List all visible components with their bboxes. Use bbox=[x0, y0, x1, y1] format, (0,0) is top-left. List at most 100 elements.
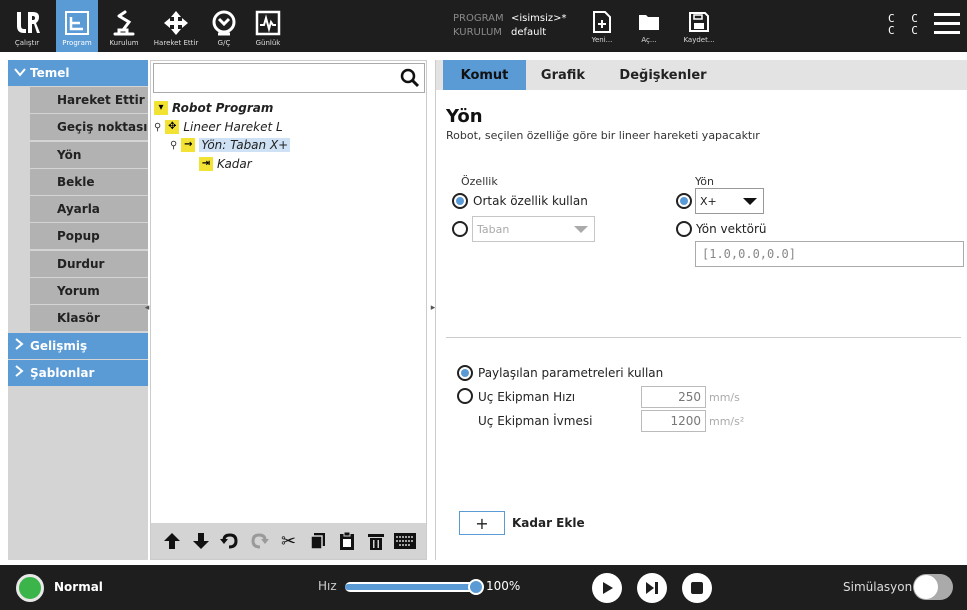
io-tab[interactable]: G/Ç bbox=[204, 0, 244, 52]
speed-slider-thumb[interactable] bbox=[468, 579, 484, 595]
palette-item-folder[interactable]: Klasör bbox=[30, 305, 148, 332]
palette-item-halt[interactable]: Durdur bbox=[30, 250, 148, 277]
add-until-label[interactable]: Kadar Ekle bbox=[512, 516, 585, 530]
delete-icon[interactable] bbox=[365, 530, 387, 552]
group-templates[interactable]: Şablonlar bbox=[8, 359, 148, 386]
use-shared-params-label[interactable]: Paylaşılan parametreleri kullan bbox=[478, 366, 663, 380]
palette-item-direction[interactable]: Yön bbox=[30, 141, 148, 168]
keyboard-icon[interactable] bbox=[394, 530, 417, 552]
run-tab[interactable]: Çalıştır bbox=[0, 0, 54, 52]
robot-status-label: Normal bbox=[54, 580, 103, 594]
control-status: C C C C bbox=[888, 13, 923, 37]
tab-graphics[interactable]: Grafik bbox=[528, 60, 598, 90]
save-icon bbox=[689, 8, 709, 36]
tree-search-input[interactable] bbox=[153, 63, 425, 93]
copy-icon[interactable] bbox=[307, 530, 329, 552]
chevron-right-icon bbox=[14, 338, 30, 353]
palette-item-set[interactable]: Ayarla bbox=[30, 196, 148, 223]
cut-icon[interactable]: ✂ bbox=[277, 530, 299, 552]
open-button[interactable]: Aç... bbox=[632, 0, 666, 52]
group-basic[interactable]: Temel bbox=[8, 60, 148, 86]
step-icon bbox=[646, 582, 658, 594]
feature-select-radio[interactable] bbox=[452, 221, 468, 237]
undo-icon[interactable] bbox=[219, 530, 241, 552]
page-title: Yön bbox=[446, 106, 483, 127]
feature-dropdown: Taban bbox=[472, 216, 595, 242]
editor-tabs: Komut Grafik Değişkenler bbox=[436, 60, 967, 90]
tab-command[interactable]: Komut bbox=[443, 60, 526, 90]
group-advanced[interactable]: Gelişmiş bbox=[8, 332, 148, 359]
tree-node-direction[interactable]: ⚲ → Yön: Taban X+ bbox=[170, 137, 291, 153]
move-tab-label: Hareket Ettir bbox=[153, 39, 199, 47]
use-common-feature-radio[interactable] bbox=[452, 193, 468, 209]
program-node-palette: Temel Hareket Ettir Geçiş noktası Yön Be… bbox=[8, 60, 148, 560]
breakpoint-icon: ⚲ bbox=[154, 121, 162, 133]
bottom-bar: Normal Hız 100% Simülasyon bbox=[0, 565, 967, 610]
tool-speed-field[interactable]: 250 bbox=[641, 386, 706, 408]
move-node-icon: ✥ bbox=[165, 120, 180, 134]
search-icon[interactable] bbox=[400, 68, 420, 88]
speed-slider[interactable] bbox=[345, 579, 484, 595]
menu-icon[interactable] bbox=[934, 13, 960, 35]
feature-label: Özellik bbox=[461, 175, 498, 188]
expand-icon[interactable]: ▾ bbox=[154, 101, 168, 115]
chevron-down-icon bbox=[743, 198, 757, 205]
redo-icon[interactable] bbox=[248, 530, 270, 552]
installation-tab[interactable]: Kurulum bbox=[100, 0, 148, 52]
feature-dropdown-value: Taban bbox=[477, 222, 510, 236]
tool-accel-unit: mm/s² bbox=[709, 415, 745, 428]
use-common-feature-label[interactable]: Ortak özellik kullan bbox=[473, 194, 588, 208]
tree-node-robot-program[interactable]: ▾ Robot Program bbox=[154, 100, 273, 116]
move-tab[interactable]: Hareket Ettir bbox=[150, 0, 202, 52]
direction-vector-label[interactable]: Yön vektörü bbox=[696, 222, 767, 236]
use-shared-params-radio[interactable] bbox=[457, 365, 473, 381]
program-tab[interactable]: Program bbox=[56, 0, 98, 52]
paste-icon[interactable] bbox=[336, 530, 358, 552]
group-basic-label: Temel bbox=[30, 66, 70, 80]
tool-speed-unit: mm/s bbox=[709, 391, 740, 404]
program-tab-label: Program bbox=[62, 39, 92, 47]
stop-button[interactable] bbox=[682, 573, 712, 603]
step-button[interactable] bbox=[637, 573, 667, 603]
palette-item-comment[interactable]: Yorum bbox=[30, 278, 148, 305]
stop-icon bbox=[691, 582, 703, 594]
tree-node-until[interactable]: ⇥ Kadar bbox=[199, 156, 252, 172]
direction-dropdown[interactable]: X+ bbox=[695, 188, 764, 214]
palette-item-waypoint[interactable]: Geçiş noktası bbox=[30, 114, 148, 141]
palette-item-popup[interactable]: Popup bbox=[30, 223, 148, 250]
simulation-toggle-knob bbox=[914, 575, 938, 599]
program-tree-icon bbox=[64, 8, 90, 38]
installation-tab-label: Kurulum bbox=[109, 39, 139, 47]
tool-speed-radio[interactable] bbox=[457, 388, 473, 404]
tree-node-label: Kadar bbox=[217, 157, 252, 171]
log-tab[interactable]: Günlük bbox=[248, 0, 288, 52]
simulation-toggle[interactable] bbox=[913, 574, 953, 600]
palette-item-wait[interactable]: Bekle bbox=[30, 168, 148, 195]
node-editor-panel: Komut Grafik Değişkenler Yön Robot, seçi… bbox=[435, 60, 967, 560]
speed-value: 100% bbox=[486, 579, 521, 593]
move-down-icon[interactable] bbox=[190, 530, 212, 552]
program-name: <isimsiz>* bbox=[511, 13, 567, 24]
robot-arm-icon bbox=[111, 8, 137, 38]
tab-variables[interactable]: Değişkenler bbox=[608, 60, 718, 90]
play-icon bbox=[603, 582, 613, 594]
move-up-icon[interactable] bbox=[161, 530, 183, 552]
tree-node-move[interactable]: ⚲ ✥ Lineer Hareket L bbox=[154, 119, 283, 135]
tool-speed-label: Uç Ekipman Hızı bbox=[478, 390, 576, 404]
palette-item-move[interactable]: Hareket Ettir bbox=[30, 87, 148, 113]
direction-label: Yön bbox=[695, 175, 714, 188]
move-arrows-icon bbox=[163, 8, 189, 38]
new-button[interactable]: Yeni... bbox=[585, 0, 619, 52]
tool-accel-field[interactable]: 1200 bbox=[641, 410, 706, 432]
direction-vector-radio[interactable] bbox=[676, 221, 692, 237]
group-advanced-label: Gelişmiş bbox=[30, 338, 88, 353]
direction-vector-field[interactable]: [1.0,0.0,0.0] bbox=[695, 241, 964, 267]
direction-select-radio[interactable] bbox=[676, 193, 692, 209]
breakpoint-icon: ⚲ bbox=[170, 139, 178, 151]
save-button[interactable]: Kaydet... bbox=[680, 0, 718, 52]
robot-status-button[interactable] bbox=[16, 574, 44, 602]
tool-accel-label: Uç Ekipman İvmesi bbox=[478, 414, 593, 428]
add-until-button[interactable]: + bbox=[459, 511, 505, 535]
tree-node-label: Robot Program bbox=[172, 101, 274, 115]
play-button[interactable] bbox=[592, 573, 622, 603]
